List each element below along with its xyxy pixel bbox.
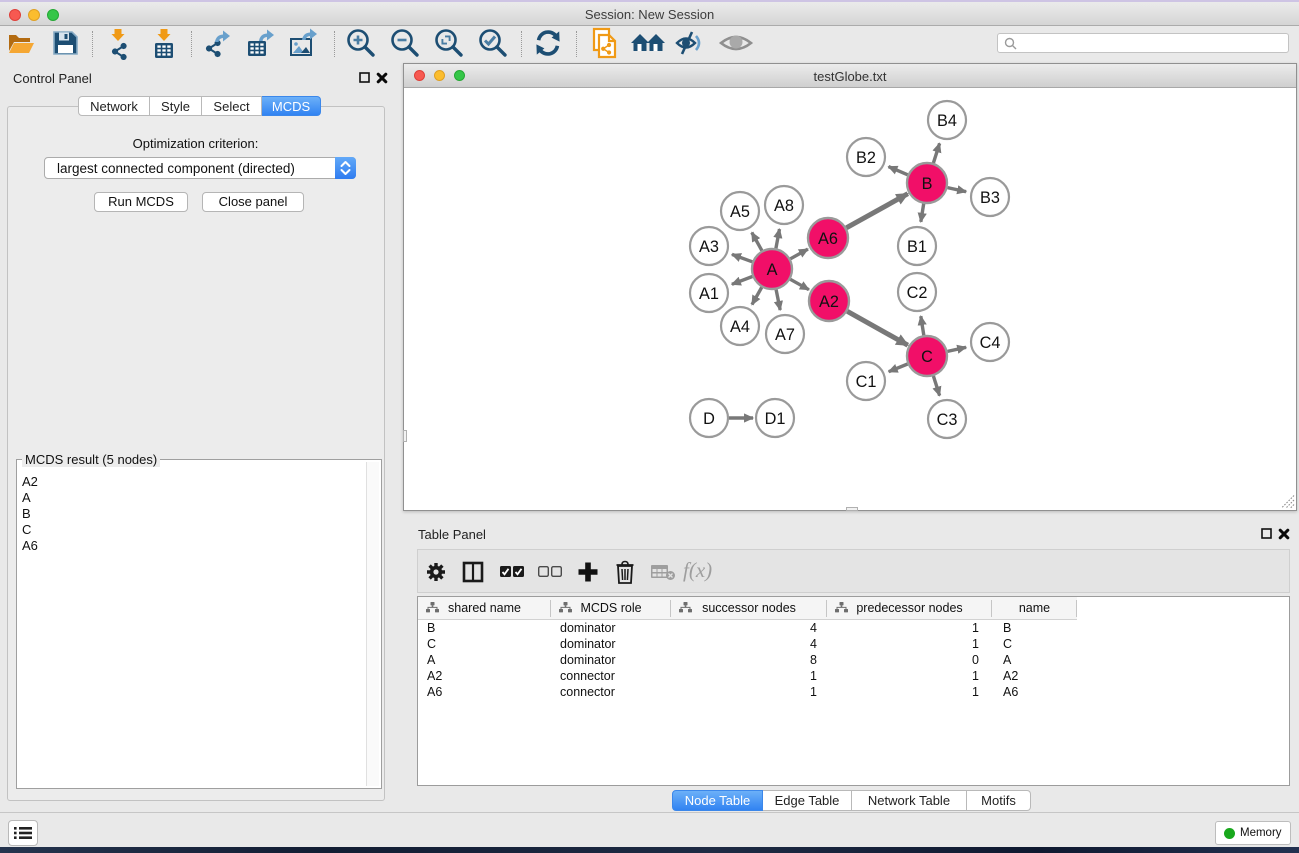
svg-text:A5: A5 <box>730 203 750 221</box>
svg-text:C1: C1 <box>856 373 877 391</box>
svg-text:C3: C3 <box>937 411 958 429</box>
svg-text:B3: B3 <box>980 189 1000 207</box>
svg-text:A7: A7 <box>775 326 795 344</box>
svg-text:B4: B4 <box>937 112 957 130</box>
svg-text:A1: A1 <box>699 285 719 303</box>
svg-text:B1: B1 <box>907 238 927 256</box>
svg-text:A: A <box>767 261 778 279</box>
svg-text:C4: C4 <box>980 334 1001 352</box>
svg-text:A4: A4 <box>730 318 750 336</box>
svg-text:D: D <box>703 410 715 428</box>
svg-text:C: C <box>921 348 933 366</box>
svg-text:B2: B2 <box>856 149 876 167</box>
svg-text:C2: C2 <box>907 284 928 302</box>
svg-text:B: B <box>922 175 933 193</box>
svg-text:A8: A8 <box>774 197 794 215</box>
svg-text:D1: D1 <box>765 410 786 428</box>
svg-text:A3: A3 <box>699 238 719 256</box>
svg-text:A6: A6 <box>818 230 838 248</box>
svg-text:A2: A2 <box>819 293 839 311</box>
